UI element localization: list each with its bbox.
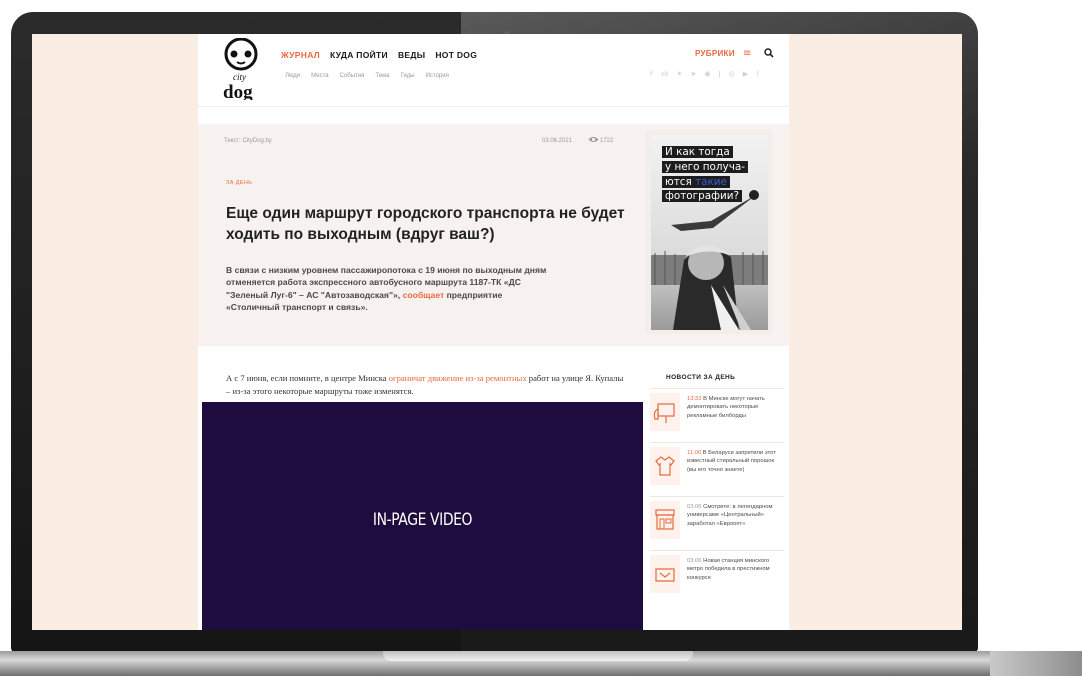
rss-icon[interactable]: ) bbox=[756, 70, 759, 78]
main-nav: ЖУРНАЛ КУДА ПОЙТИ ВЕДЫ HOT DOG bbox=[281, 50, 477, 60]
youtube-icon[interactable]: ▶ bbox=[743, 70, 748, 78]
tshirt-icon bbox=[650, 447, 680, 485]
article-byline: Текст: CityDog.by bbox=[224, 138, 272, 144]
ad-line-3: ются такие bbox=[662, 175, 730, 188]
ad-line-1: И как тогда bbox=[662, 146, 733, 158]
svg-text:city: city bbox=[233, 72, 246, 82]
news-item[interactable]: 03.06 Смотрите: в легендарном универсаме… bbox=[650, 496, 784, 547]
metro-ticket-icon bbox=[650, 555, 680, 593]
info-icon[interactable]: ǀ bbox=[719, 70, 721, 78]
article-body: А с 7 июня, если помните, в центре Минск… bbox=[226, 372, 626, 398]
video-label: IN-PAGE VIDEO bbox=[372, 510, 473, 530]
news-time: 03.06 bbox=[687, 558, 702, 564]
ad-headline: И как тогда у него получа- ются такие фо… bbox=[662, 145, 748, 204]
article-date: 03.06.2021 bbox=[542, 138, 573, 144]
store-icon bbox=[650, 501, 680, 539]
hamburger-menu-icon[interactable]: ≡ bbox=[743, 48, 751, 59]
social-links: f vk ✦ ➤ ◉ ǀ ◎ ▶ ) bbox=[650, 70, 759, 78]
vk-icon[interactable]: vk bbox=[660, 70, 668, 78]
news-item-text: 11:00 В Беларуси запретили этот известны… bbox=[687, 449, 783, 474]
news-item[interactable]: 11:00 В Беларуси запретили этот известны… bbox=[650, 442, 784, 493]
instagram-icon[interactable]: ◎ bbox=[729, 70, 735, 78]
news-item[interactable]: 13:33 В Минске могут начать демонтироват… bbox=[650, 388, 784, 439]
news-of-the-day-title: НОВОСТИ ЗА ДЕНЬ bbox=[666, 374, 736, 381]
news-item-text: 03.06 Новая станция минского метро побед… bbox=[687, 557, 783, 582]
nav-item-journal[interactable]: ЖУРНАЛ bbox=[281, 50, 320, 60]
news-time: 13:33 bbox=[687, 396, 702, 402]
sub-nav: Люди Места События Тема Гиды История bbox=[285, 73, 449, 79]
search-icon[interactable] bbox=[764, 48, 774, 58]
in-page-video-player[interactable]: IN-PAGE VIDEO bbox=[202, 402, 643, 630]
news-headline: В Беларуси запретили этот известный стир… bbox=[687, 450, 776, 473]
view-count: 1722 bbox=[600, 138, 614, 144]
ad-line-4: фотографии? bbox=[662, 190, 742, 203]
subnav-item-topic[interactable]: Тема bbox=[375, 73, 389, 79]
article-lead: В связи с низким уровнем пассажиропотока… bbox=[226, 264, 556, 314]
billboard-hand-graphic bbox=[653, 403, 675, 423]
store-graphic bbox=[655, 509, 675, 530]
twitter-icon[interactable]: ✦ bbox=[677, 70, 683, 78]
news-time: 03.06 bbox=[687, 504, 702, 510]
web-page: city dog ЖУРНАЛ КУДА ПОЙТИ ВЕДЫ HOT DOG … bbox=[198, 34, 789, 630]
subnav-item-people[interactable]: Люди bbox=[285, 73, 300, 79]
news-item[interactable]: 03.06 Новая станция минского метро побед… bbox=[650, 550, 784, 601]
body-text-start: А с 7 июня, если помните, в центре Минск… bbox=[226, 373, 389, 383]
ad-line-3-text: ются bbox=[665, 175, 696, 188]
laptop-base-notch bbox=[383, 651, 693, 661]
ad-line-3-highlight: такие bbox=[695, 175, 727, 188]
eye-icon bbox=[588, 137, 599, 142]
telegram-icon[interactable]: ➤ bbox=[691, 70, 697, 78]
nav-item-vedy[interactable]: ВЕДЫ bbox=[398, 50, 425, 60]
news-item-text: 13:33 В Минске могут начать демонтироват… bbox=[687, 395, 783, 420]
sidebar-ad[interactable]: И как тогда у него получа- ются такие фо… bbox=[646, 130, 772, 334]
subnav-item-guides[interactable]: Гиды bbox=[401, 73, 415, 79]
citydog-logo[interactable]: city dog bbox=[220, 38, 262, 100]
ok-icon[interactable]: ◉ bbox=[704, 70, 710, 78]
tshirt-graphic bbox=[655, 456, 675, 476]
nav-item-hot-dog[interactable]: HOT DOG bbox=[435, 50, 477, 60]
laptop-screen: city dog ЖУРНАЛ КУДА ПОЙТИ ВЕДЫ HOT DOG … bbox=[32, 34, 962, 630]
facebook-icon[interactable]: f bbox=[650, 70, 652, 78]
subnav-item-places[interactable]: Места bbox=[311, 73, 328, 79]
billboard-hand-icon bbox=[650, 393, 680, 431]
svg-text:dog: dog bbox=[223, 82, 253, 100]
news-item-text: 03.06 Смотрите: в легендарном универсаме… bbox=[687, 503, 783, 528]
laptop-base-edge bbox=[990, 651, 1082, 676]
ad-line-2: у него получа- bbox=[662, 160, 748, 173]
subnav-item-events[interactable]: События bbox=[340, 73, 365, 79]
lead-source-link[interactable]: сообщает bbox=[403, 290, 445, 300]
rubrics-menu-button[interactable]: РУБРИКИ bbox=[695, 49, 735, 58]
nav-item-where-to-go[interactable]: КУДА ПОЙТИ bbox=[330, 50, 388, 60]
subnav-item-history[interactable]: История bbox=[426, 73, 449, 79]
body-inline-link[interactable]: ограничат движение из-за ремонтных bbox=[389, 373, 527, 383]
article-title: Еще один маршрут городского транспорта н… bbox=[226, 205, 625, 243]
news-time: 11:00 bbox=[687, 450, 702, 456]
article-header: Текст: CityDog.by 03.06.2021 1722 ЗА ДЕН… bbox=[198, 124, 789, 346]
article-category[interactable]: ЗА ДЕНЬ bbox=[226, 180, 252, 186]
ad-photo: И как тогда у него получа- ются такие фо… bbox=[651, 135, 768, 330]
site-header: city dog ЖУРНАЛ КУДА ПОЙТИ ВЕДЫ HOT DOG … bbox=[198, 34, 789, 107]
metro-ticket-graphic bbox=[655, 568, 675, 582]
